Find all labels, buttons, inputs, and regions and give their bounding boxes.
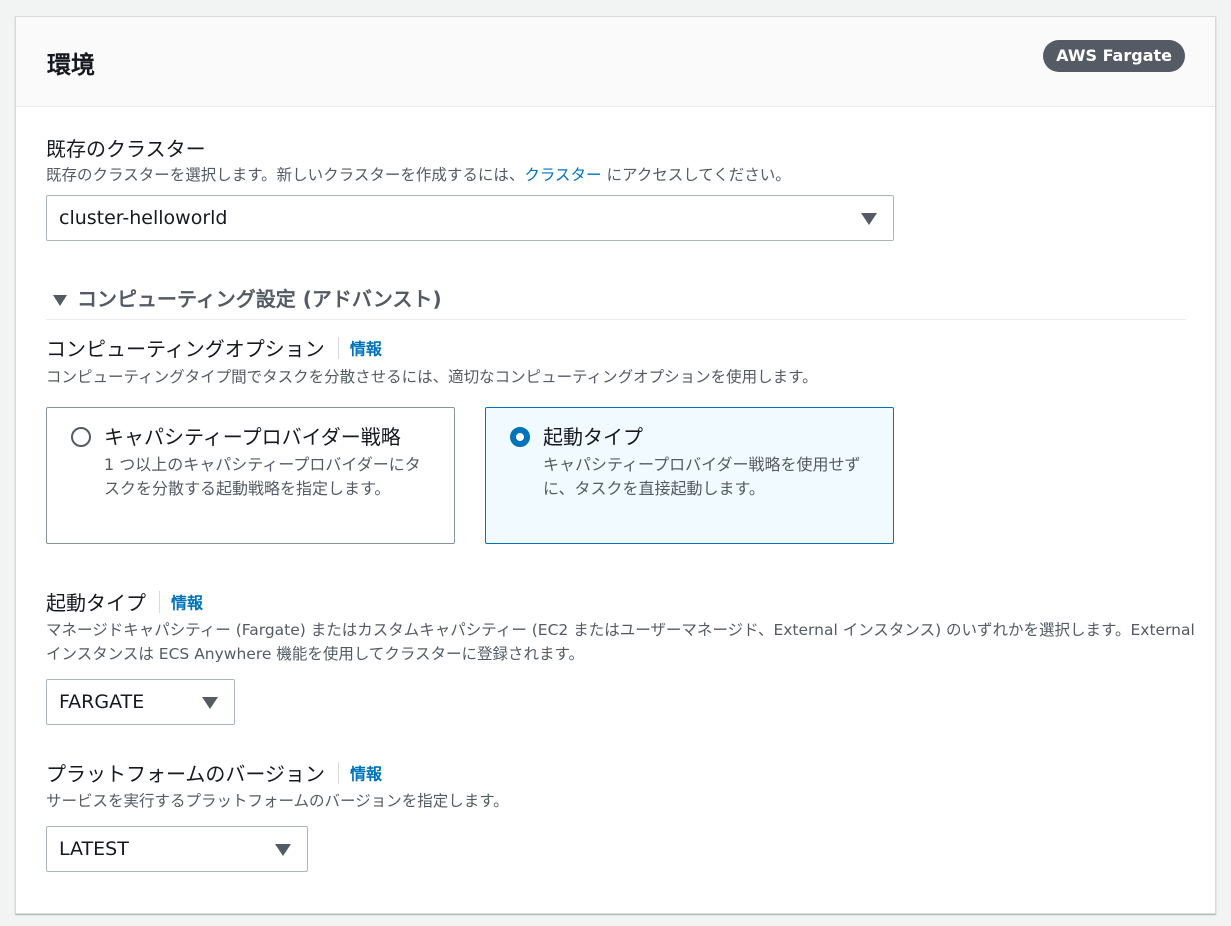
platform-version-heading: プラットフォームのバージョン 情報	[46, 758, 382, 787]
caret-down-icon	[202, 697, 218, 709]
platform-version-select-value: LATEST	[59, 838, 129, 860]
platform-version-select[interactable]: LATEST	[46, 826, 308, 872]
radio-button[interactable]	[71, 427, 91, 447]
caret-down-icon	[53, 295, 67, 306]
cluster-description: 既存のクラスターを選択します。新しいクラスターを作成するには、クラスター にアク…	[46, 163, 791, 187]
launch-type-info-link[interactable]: 情報	[171, 594, 203, 613]
tile-title: 起動タイプ	[543, 425, 643, 449]
cluster-description-text: 既存のクラスターを選択します。新しいクラスターを作成するには、	[46, 166, 525, 184]
cluster-select[interactable]: cluster-helloworld	[46, 195, 894, 241]
divider	[46, 319, 1186, 320]
cluster-description-suffix: にアクセスしてください。	[601, 166, 791, 184]
cluster-label: 既存のクラスター	[46, 137, 206, 161]
platform-version-label: プラットフォームのバージョン	[46, 762, 325, 786]
launch-type-select[interactable]: FARGATE	[46, 679, 235, 725]
cluster-select-value: cluster-helloworld	[59, 207, 228, 229]
launch-type-heading: 起動タイプ 情報	[46, 587, 203, 616]
tile-title: キャパシティープロバイダー戦略	[104, 425, 401, 449]
environment-panel: 環境 AWS Fargate 既存のクラスター 既存のクラスターを選択します。新…	[15, 16, 1216, 914]
compute-option-label: コンピューティングオプション	[46, 337, 325, 361]
cluster-console-link[interactable]: クラスター	[524, 166, 601, 184]
panel-title: 環境	[47, 51, 95, 79]
panel-header: 環境 AWS Fargate	[16, 17, 1215, 107]
info-separator	[338, 761, 339, 784]
platform-version-info-link[interactable]: 情報	[350, 765, 382, 784]
tile-description: 1 つ以上のキャパシティープロバイダーにタスクを分散する起動戦略を指定します。	[104, 455, 421, 498]
compute-option-info-link[interactable]: 情報	[350, 340, 382, 359]
launch-type-description: マネージドキャパシティー (Fargate) またはカスタムキャパシティー (E…	[46, 621, 1195, 663]
compute-option-description: コンピューティングタイプ間でタスクを分散させるには、適切なコンピューティングオプ…	[46, 368, 818, 386]
compute-option-heading: コンピューティングオプション 情報	[46, 333, 382, 362]
tile-capacity-provider-strategy[interactable]: キャパシティープロバイダー戦略 1 つ以上のキャパシティープロバイダーにタスクを…	[46, 407, 455, 544]
caret-down-icon	[861, 213, 877, 225]
radio-button-selected[interactable]	[510, 427, 530, 447]
info-separator	[337, 336, 339, 359]
compute-settings-expander-label: コンピューティング設定 (アドバンスト)	[77, 287, 442, 311]
launch-type-label: 起動タイプ	[46, 591, 146, 615]
info-separator	[159, 590, 160, 613]
tile-description: キャパシティープロバイダー戦略を使用せずに、タスクを直接起動します。	[543, 455, 861, 498]
caret-down-icon	[275, 844, 291, 856]
platform-version-description: サービスを実行するプラットフォームのバージョンを指定します。	[46, 792, 509, 810]
launch-type-select-value: FARGATE	[59, 691, 145, 713]
aws-fargate-badge: AWS Fargate	[1043, 40, 1185, 72]
tile-launch-type[interactable]: 起動タイプ キャパシティープロバイダー戦略を使用せずに、タスクを直接起動します。	[485, 407, 894, 544]
compute-settings-expander[interactable]: コンピューティング設定 (アドバンスト)	[53, 283, 442, 312]
